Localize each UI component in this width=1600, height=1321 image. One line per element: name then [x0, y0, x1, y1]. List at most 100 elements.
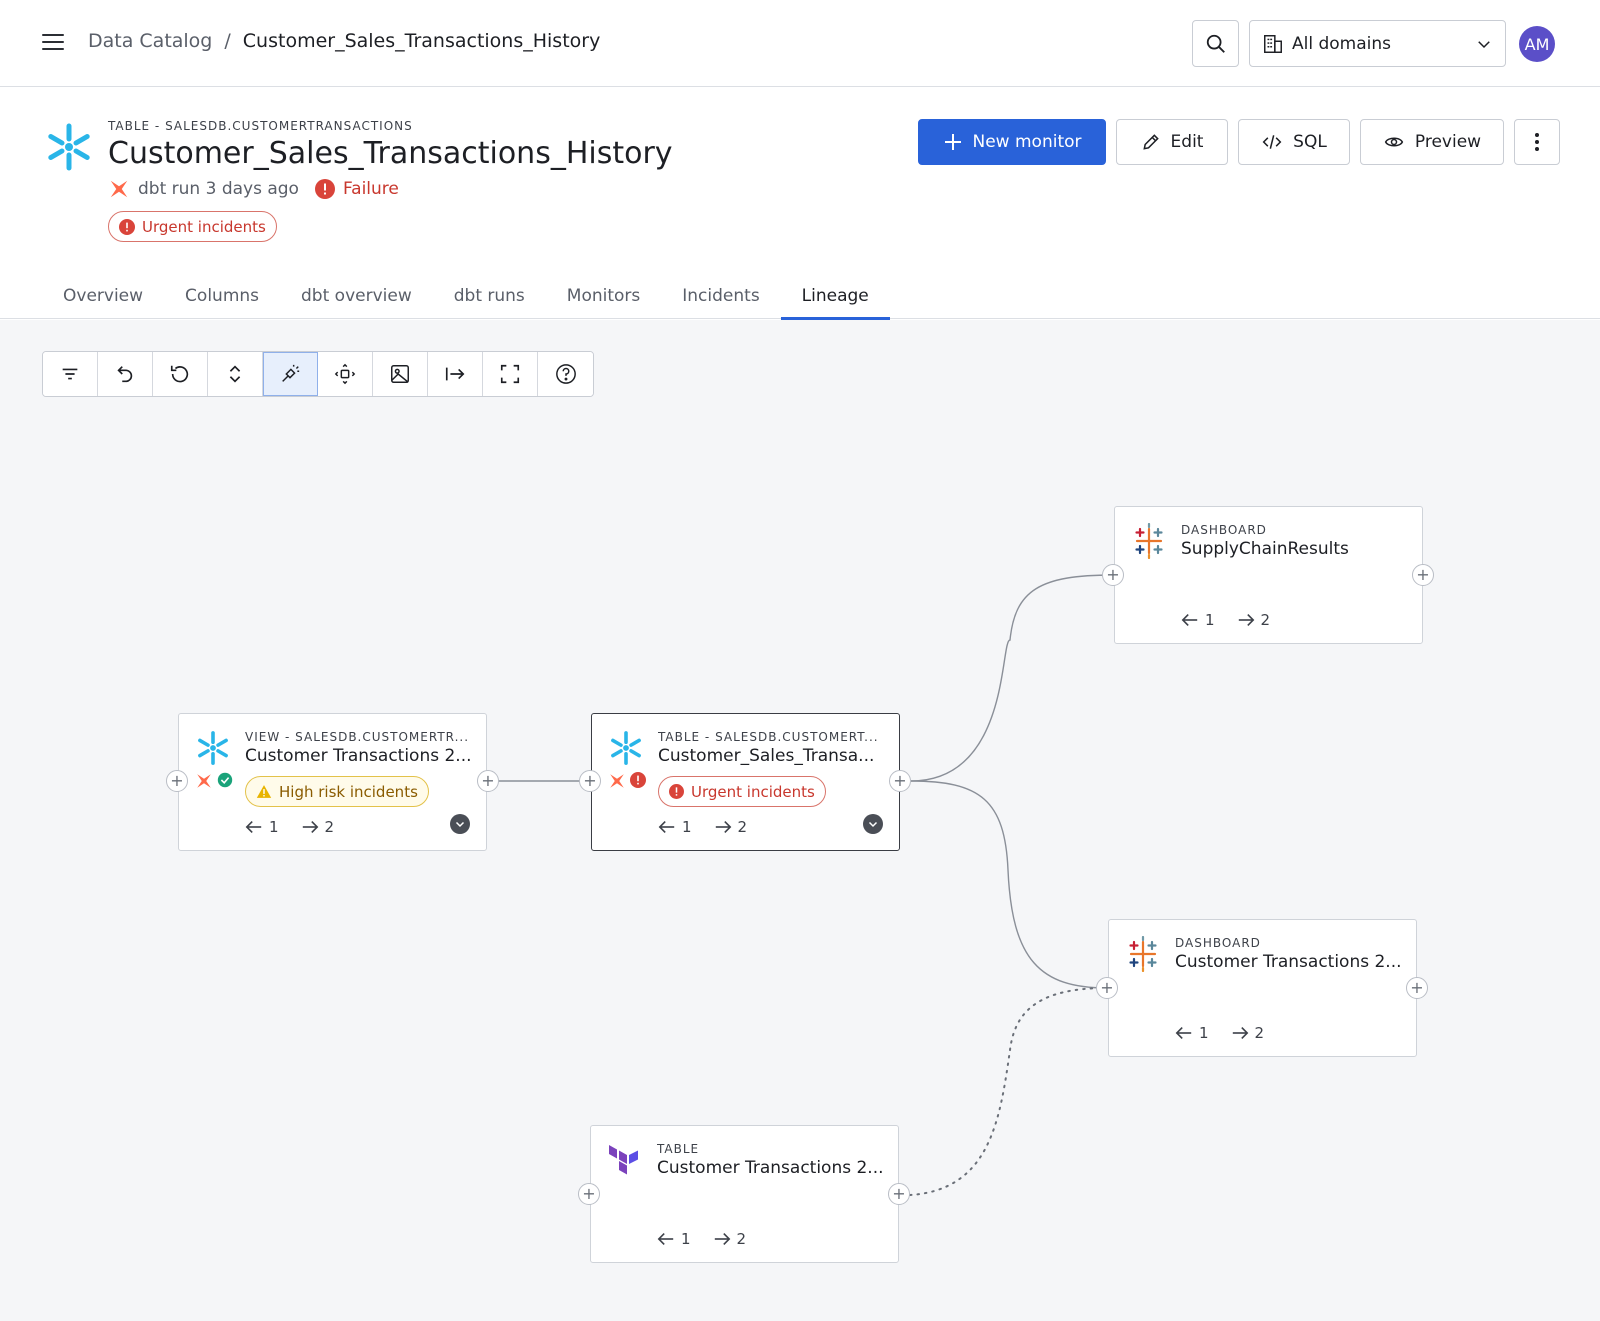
add-upstream-port[interactable]: +	[166, 770, 188, 792]
lineage-node-table-terraform[interactable]: TABLE Customer Transactions 2... 1 2	[590, 1125, 899, 1263]
help-icon	[555, 364, 576, 384]
urgent-incidents-badge[interactable]: Urgent incidents	[108, 211, 277, 242]
node-type: DASHBOARD	[1181, 523, 1267, 537]
tab-monitors[interactable]: Monitors	[546, 279, 661, 319]
highlight-button[interactable]	[263, 352, 318, 396]
preview-button[interactable]: Preview	[1360, 119, 1504, 165]
add-downstream-port[interactable]: +	[889, 770, 911, 792]
add-upstream-port[interactable]: +	[1102, 564, 1124, 586]
dbt-icon	[110, 180, 128, 198]
asset-meta: dbt run 3 days ago Failure	[108, 178, 399, 200]
add-downstream-port[interactable]: +	[1406, 977, 1428, 999]
lineage-node-view[interactable]: VIEW - SALESDB.CUSTOMERTR... Customer Tr…	[178, 713, 487, 851]
high-risk-incidents-badge[interactable]: High risk incidents	[245, 776, 429, 807]
tab-overview[interactable]: Overview	[42, 279, 164, 319]
node-name: Customer_Sales_Transa...	[658, 746, 875, 766]
export-button[interactable]	[428, 352, 483, 396]
breadcrumb-separator: /	[224, 30, 231, 52]
error-icon	[119, 218, 135, 235]
downstream-count[interactable]: 2	[301, 818, 334, 836]
node-badges	[608, 772, 646, 790]
urgent-incidents-badge[interactable]: Urgent incidents	[658, 776, 826, 807]
lineage-node-dashboard-customer[interactable]: DASHBOARD Customer Transactions 2... 1 2	[1108, 919, 1417, 1057]
eye-icon	[1384, 137, 1404, 147]
breadcrumb-data-catalog[interactable]: Data Catalog	[88, 30, 212, 52]
filter-icon	[62, 368, 78, 380]
dbt-icon	[610, 774, 624, 788]
edit-button[interactable]: Edit	[1116, 119, 1228, 165]
node-type: TABLE - SALESDB.CUSTOMERT...	[658, 730, 879, 744]
expand-node-button[interactable]	[450, 814, 470, 834]
reset-button[interactable]	[153, 352, 208, 396]
error-icon	[630, 772, 646, 788]
reset-icon	[170, 365, 189, 383]
node-name: Customer Transactions 2...	[1175, 952, 1402, 972]
lineage-node-table-main[interactable]: TABLE - SALESDB.CUSTOMERT... Customer_Sa…	[591, 713, 900, 851]
chevron-down-icon	[1478, 40, 1490, 48]
fullscreen-button[interactable]	[483, 352, 538, 396]
node-counts: 1 2	[1175, 1024, 1264, 1042]
tab-dbt-overview[interactable]: dbt overview	[280, 279, 433, 319]
terraform-icon	[609, 1145, 638, 1175]
search-icon	[1206, 34, 1225, 53]
undo-button[interactable]	[98, 352, 153, 396]
tab-columns[interactable]: Columns	[164, 279, 280, 319]
error-icon	[314, 179, 335, 199]
avatar[interactable]: AM	[1519, 26, 1555, 62]
downstream-count[interactable]: 2	[714, 818, 747, 836]
tableau-icon	[1129, 936, 1157, 972]
node-name: Customer Transactions 2...	[245, 746, 472, 766]
dbt-icon	[197, 774, 211, 788]
center-icon	[334, 363, 356, 385]
node-name: SupplyChainResults	[1181, 539, 1349, 559]
dbt-run-text: dbt run 3 days ago	[138, 179, 299, 199]
pencil-icon	[1142, 134, 1159, 150]
kebab-menu-icon	[1535, 133, 1539, 151]
downstream-count[interactable]: 2	[1237, 611, 1270, 629]
upstream-count[interactable]: 1	[657, 1230, 691, 1248]
upstream-count[interactable]: 1	[658, 818, 692, 836]
domains-select[interactable]: All domains	[1249, 20, 1506, 67]
more-options-button[interactable]	[1514, 119, 1560, 165]
asset-type-label: TABLE - SALESDB.CUSTOMERTRANSACTIONS	[108, 119, 413, 133]
image-export-button[interactable]	[373, 352, 428, 396]
arrow-left-icon	[1175, 1027, 1192, 1039]
arrow-right-icon	[714, 1233, 730, 1245]
center-button[interactable]	[318, 352, 373, 396]
breadcrumb: Data Catalog / Customer_Sales_Transactio…	[88, 30, 600, 52]
filter-button[interactable]	[43, 352, 98, 396]
arrow-left-icon	[658, 821, 675, 833]
search-button[interactable]	[1192, 20, 1239, 67]
arrow-right-icon	[1232, 1027, 1248, 1039]
help-button[interactable]	[538, 352, 593, 396]
expand-collapse-button[interactable]	[208, 352, 263, 396]
lineage-node-dashboard-supply[interactable]: DASHBOARD SupplyChainResults 1 2	[1114, 506, 1423, 644]
menu-icon[interactable]	[42, 33, 64, 51]
downstream-count[interactable]: 2	[713, 1230, 746, 1248]
tab-dbt-runs[interactable]: dbt runs	[433, 279, 546, 319]
add-downstream-port[interactable]: +	[888, 1183, 910, 1205]
upstream-count[interactable]: 1	[1175, 1024, 1209, 1042]
upstream-count[interactable]: 1	[245, 818, 279, 836]
failure-status: Failure	[314, 179, 399, 199]
undo-icon	[117, 366, 133, 383]
tab-lineage[interactable]: Lineage	[780, 279, 890, 320]
add-downstream-port[interactable]: +	[1412, 564, 1434, 586]
downstream-count[interactable]: 2	[1231, 1024, 1264, 1042]
error-icon	[669, 784, 684, 799]
tab-incidents[interactable]: Incidents	[661, 279, 780, 319]
add-upstream-port[interactable]: +	[579, 770, 601, 792]
arrow-left-icon	[245, 821, 262, 833]
expand-node-button[interactable]	[863, 814, 883, 834]
sql-button[interactable]: SQL	[1238, 119, 1350, 165]
tableau-icon	[1135, 523, 1163, 559]
domains-label: All domains	[1292, 33, 1392, 54]
add-upstream-port[interactable]: +	[1096, 977, 1118, 999]
add-downstream-port[interactable]: +	[477, 770, 499, 792]
add-upstream-port[interactable]: +	[578, 1183, 600, 1205]
plus-icon	[944, 134, 961, 150]
snowflake-icon	[48, 123, 90, 171]
node-type: TABLE	[657, 1142, 700, 1156]
new-monitor-button[interactable]: New monitor	[918, 119, 1106, 165]
upstream-count[interactable]: 1	[1181, 611, 1215, 629]
